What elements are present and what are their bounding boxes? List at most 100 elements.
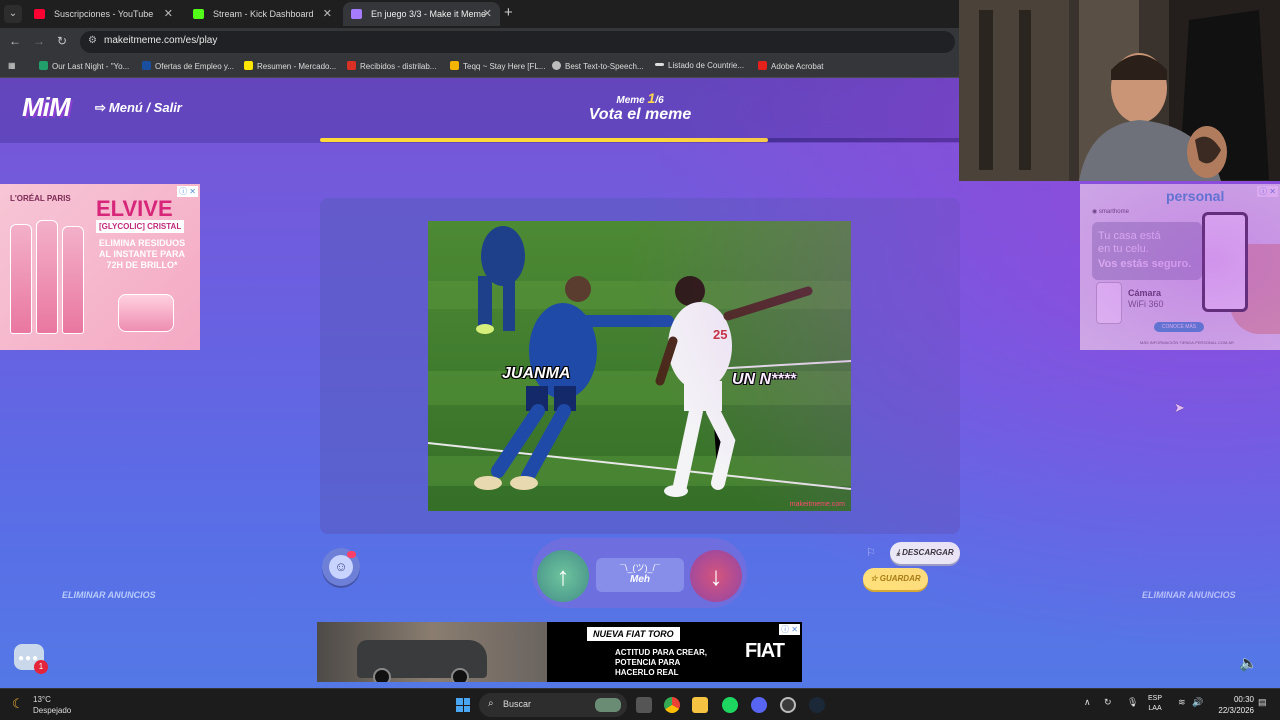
close-tab-icon[interactable]: ✕ — [323, 2, 332, 26]
new-tab-button[interactable]: + — [504, 4, 513, 21]
apps-icon[interactable]: ▦ — [8, 61, 16, 70]
back-icon[interactable]: ← — [9, 34, 21, 48]
tab-youtube[interactable]: Suscripciones - YouTube ✕ — [26, 2, 181, 26]
clock-time: 00:30 — [1233, 695, 1254, 704]
adchoices-icon[interactable]: ⓘ ✕ — [1257, 186, 1278, 197]
ad-personal[interactable]: personal ◉ smarthome Tu casa está en tu c… — [1080, 184, 1280, 350]
menu-exit-link[interactable]: ⇨ Menú / Salir — [95, 100, 182, 116]
progress-fill — [320, 138, 768, 142]
wifi-icon[interactable]: ≋ — [1178, 697, 1186, 708]
adchoices-icon[interactable]: ⓘ ✕ — [779, 624, 800, 635]
sync-icon[interactable]: ↻ — [1104, 697, 1112, 708]
steam-icon[interactable] — [809, 697, 825, 713]
ad-badge: [GLYCOLIC] CRISTAL — [96, 220, 185, 233]
tab-search-button[interactable]: ⌄ — [4, 5, 22, 23]
address-bar[interactable]: ⚙ makeitmeme.com/es/play — [80, 31, 955, 53]
vote-meh-button[interactable]: ¯\_(ツ)_/¯ Meh — [596, 558, 684, 592]
bookmark[interactable]: Adobe Acrobat — [758, 61, 823, 71]
discord-icon[interactable] — [751, 697, 767, 713]
page-title: Vota el meme — [588, 106, 692, 123]
vote-down-button[interactable]: ↓ — [690, 550, 742, 602]
close-tab-icon[interactable]: ✕ — [164, 2, 173, 26]
task-view-icon[interactable] — [636, 697, 652, 713]
bookmark-icon — [552, 61, 561, 70]
sound-icon[interactable]: 🔈 — [1239, 654, 1258, 672]
ad-subheadline: Vos estás seguro. — [1098, 258, 1192, 270]
bookmark-icon — [142, 61, 151, 70]
app-icon[interactable] — [780, 697, 796, 713]
bookmark[interactable]: Resumen - Mercado... — [244, 61, 336, 71]
ad-cta-button[interactable]: CONOCÉ MÁS — [1154, 322, 1204, 332]
heart-icon — [347, 551, 356, 558]
site-info-icon[interactable]: ⚙ — [88, 35, 97, 46]
menu-label: Menú / Salir — [108, 100, 182, 115]
ad-line: POTENCIA PARA — [615, 658, 681, 667]
shrug-text: ¯\_(ツ)_/¯ — [620, 563, 660, 573]
ad-headline: Tu casa está en tu celu. — [1098, 230, 1161, 256]
spotify-icon[interactable] — [722, 697, 738, 713]
weather-widget[interactable]: ☾ 13°C Despejado — [12, 694, 71, 716]
save-label: GUARDAR — [879, 574, 921, 583]
save-button[interactable]: ☆ GUARDAR — [863, 568, 928, 590]
svg-text:25: 25 — [713, 327, 727, 342]
taskbar-search[interactable]: ⌕ Buscar — [479, 693, 627, 717]
adchoices-icon[interactable]: ⓘ ✕ — [177, 186, 198, 197]
meme-total: /6 — [655, 95, 664, 106]
tab-make-it-meme[interactable]: En juego 3/3 - Make it Meme ✕ — [343, 2, 500, 26]
shampoo-bottle — [62, 226, 84, 334]
wheel — [373, 668, 391, 682]
system-clock[interactable]: 00:30 22/3/2026 — [1210, 694, 1254, 716]
notification-icon[interactable]: ▤ — [1258, 697, 1267, 708]
bookmark-label: Ofertas de Empleo y... — [155, 62, 234, 71]
bookmark-icon — [450, 61, 459, 70]
close-tab-icon[interactable]: ✕ — [483, 2, 492, 26]
bookmark[interactable]: Recibidos - distrilab... — [347, 61, 436, 71]
bookmark-label: Resumen - Mercado... — [257, 62, 337, 71]
browser-toolbar: ← → ↻ ⚙ makeitmeme.com/es/play — [0, 28, 960, 56]
chrome-icon[interactable] — [664, 697, 680, 713]
webcam-overlay — [959, 0, 1280, 181]
chevron-up-icon[interactable]: ∧ — [1084, 697, 1091, 708]
smiley-icon: ☺ — [329, 555, 353, 579]
windows-start-icon[interactable] — [456, 698, 470, 712]
bookmark[interactable]: Ofertas de Empleo y... — [142, 61, 234, 71]
lang-code: ESP — [1148, 695, 1163, 702]
mic-icon[interactable]: 🎙 — [1127, 697, 1138, 708]
search-icon: ⌕ — [488, 698, 494, 709]
ad-loreal[interactable]: L'ORÉAL PARIS ELVIVE [GLYCOLIC] CRISTAL … — [0, 184, 200, 350]
camera-image — [1096, 282, 1122, 324]
file-explorer-icon[interactable] — [692, 697, 708, 713]
language-indicator[interactable]: ESP LAA — [1148, 694, 1162, 714]
remove-ads-left[interactable]: ELIMINAR ANUNCIOS — [62, 590, 156, 600]
bookmark-label: Listado de Countrie... — [668, 61, 745, 70]
search-highlight-image — [595, 698, 621, 712]
report-flag-icon[interactable]: ⚐ — [866, 546, 876, 559]
chat-button[interactable]: ●●● 1 — [14, 644, 48, 674]
tab-title: Suscripciones - YouTube — [54, 9, 154, 19]
mim-logo[interactable]: MiM — [22, 92, 71, 123]
bookmark[interactable]: Listado de Countrie... — [655, 61, 744, 70]
reaction-button[interactable]: ☺ — [322, 548, 360, 586]
phone-image — [1202, 212, 1248, 312]
meme-caption-right: UN N**** — [732, 371, 797, 388]
bookmark[interactable]: Teqq ~ Stay Here [FL... — [450, 61, 545, 71]
reload-icon[interactable]: ↻ — [57, 34, 67, 48]
bookmark[interactable]: Our Last Night - "Yo... — [39, 61, 129, 71]
download-label: DESCARGAR — [902, 548, 954, 557]
vote-up-button[interactable]: ↑ — [537, 550, 589, 602]
bookmark[interactable]: Best Text-to-Speech... — [552, 61, 644, 71]
remove-ads-right[interactable]: ELIMINAR ANUNCIOS — [1142, 590, 1236, 600]
moon-icon: ☾ — [12, 696, 24, 711]
ad-claim: ELIMINA RESIDUOS AL INSTANTE PARA 72H DE… — [98, 238, 186, 270]
shampoo-bottle — [10, 224, 32, 334]
weather-condition: Despejado — [33, 706, 72, 715]
volume-icon[interactable]: 🔊 — [1192, 697, 1203, 708]
download-button[interactable]: ⤓ DESCARGAR — [890, 542, 960, 564]
ad-fiat[interactable]: NUEVA FIAT TORO ACTITUD PARA CREAR, POTE… — [317, 622, 802, 682]
youtube-icon — [34, 9, 45, 19]
ad-copy: ACTITUD PARA CREAR, POTENCIA PARA HACERL… — [615, 648, 707, 678]
ad-brand: L'ORÉAL PARIS — [10, 194, 71, 203]
bookmarks-bar: ▦ Our Last Night - "Yo... Ofertas de Emp… — [0, 56, 960, 78]
forward-icon[interactable]: → — [33, 34, 45, 48]
tab-kick[interactable]: Stream - Kick Dashboard ✕ — [185, 2, 340, 26]
